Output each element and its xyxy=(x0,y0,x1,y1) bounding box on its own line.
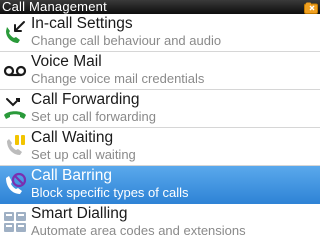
call-forward-icon xyxy=(2,95,28,121)
menu-item-label: Call Barring xyxy=(31,167,112,184)
menu-item-call-forwarding[interactable]: Call Forwarding Set up call forwarding xyxy=(0,90,320,128)
menu-item-label: Call Forwarding xyxy=(31,91,140,108)
menu-item-label: In-call Settings xyxy=(31,15,133,32)
menu-item-description: Set up call forwarding xyxy=(31,109,157,124)
settings-list: In-call Settings Change call behaviour a… xyxy=(0,14,320,240)
menu-item-voice-mail[interactable]: Voice Mail Change voice mail credentials xyxy=(0,52,320,90)
menu-item-description: Change call behaviour and audio xyxy=(31,33,222,48)
call-management-screen: Call Management In-call Settings Change … xyxy=(0,0,320,240)
menu-item-call-barring[interactable]: Call Barring Block specific types of cal… xyxy=(0,166,320,204)
call-barring-icon xyxy=(2,171,28,197)
menu-item-description: Automate area codes and extensions xyxy=(31,223,246,238)
page-title: Call Management xyxy=(2,0,107,14)
menu-item-label: Smart Dialling xyxy=(31,205,128,222)
keypad-icon xyxy=(2,209,28,235)
title-bar: Call Management xyxy=(0,0,320,14)
handset-arrow-in-icon xyxy=(2,19,28,45)
notification-folder-icon xyxy=(304,1,318,14)
menu-item-in-call-settings[interactable]: In-call Settings Change call behaviour a… xyxy=(0,14,320,52)
voicemail-icon xyxy=(2,57,28,83)
menu-item-description: Change voice mail credentials xyxy=(31,71,205,86)
menu-item-smart-dialling[interactable]: Smart Dialling Automate area codes and e… xyxy=(0,204,320,240)
menu-item-description: Set up call waiting xyxy=(31,147,136,162)
menu-item-label: Call Waiting xyxy=(31,129,114,146)
menu-item-description: Block specific types of calls xyxy=(31,185,189,200)
menu-item-call-waiting[interactable]: Call Waiting Set up call waiting xyxy=(0,128,320,166)
call-waiting-icon xyxy=(2,133,28,159)
menu-item-label: Voice Mail xyxy=(31,53,102,70)
